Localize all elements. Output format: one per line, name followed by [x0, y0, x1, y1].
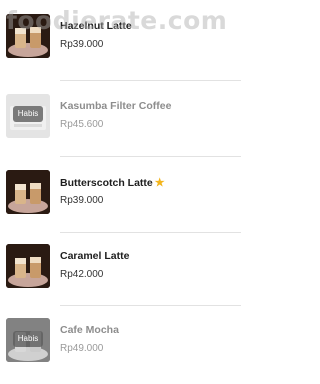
divider — [60, 156, 241, 157]
menu-item-price: Rp45.600 — [60, 119, 104, 130]
menu-item-butterscotch-latte[interactable]: Butterscotch Latte ★ Rp39.000 — [0, 162, 241, 236]
menu-item-price: Rp39.000 — [60, 195, 104, 206]
divider — [60, 305, 241, 306]
menu-item-price: Rp39.000 — [60, 39, 104, 50]
sold-out-badge: Habis — [13, 331, 43, 347]
divider — [60, 80, 241, 81]
divider — [60, 232, 241, 233]
caramel-latte-photo — [6, 244, 50, 288]
star-icon: ★ — [154, 177, 165, 189]
menu-item-price: Rp49.000 — [60, 343, 104, 354]
butterscotch-latte-photo — [6, 170, 50, 214]
menu-item-name: Cafe Mocha — [60, 324, 119, 336]
menu-item-name: Kasumba Filter Coffee — [60, 100, 172, 112]
menu-item-name: Hazelnut Latte — [60, 20, 132, 32]
menu-item-caramel-latte[interactable]: Caramel Latte Rp42.000 — [0, 236, 241, 310]
menu-item-hazelnut-latte[interactable]: Hazelnut Latte Rp39.000 — [0, 6, 241, 80]
menu-item-name: Butterscotch Latte — [60, 177, 153, 189]
menu-list-page: foodierate.com Hazelnut Latte Rp39.000 H… — [0, 0, 241, 384]
hazelnut-latte-photo — [6, 14, 50, 58]
menu-item-name-row: Butterscotch Latte ★ — [60, 176, 165, 189]
menu-item-price: Rp42.000 — [60, 269, 104, 280]
menu-item-name: Caramel Latte — [60, 250, 130, 262]
sold-out-badge: Habis — [13, 106, 43, 122]
menu-item-cafe-mocha[interactable]: Habis Cafe Mocha Rp49.000 — [0, 310, 241, 384]
menu-item-kasumba-filter-coffee[interactable]: Habis Kasumba Filter Coffee Rp45.600 — [0, 86, 241, 160]
